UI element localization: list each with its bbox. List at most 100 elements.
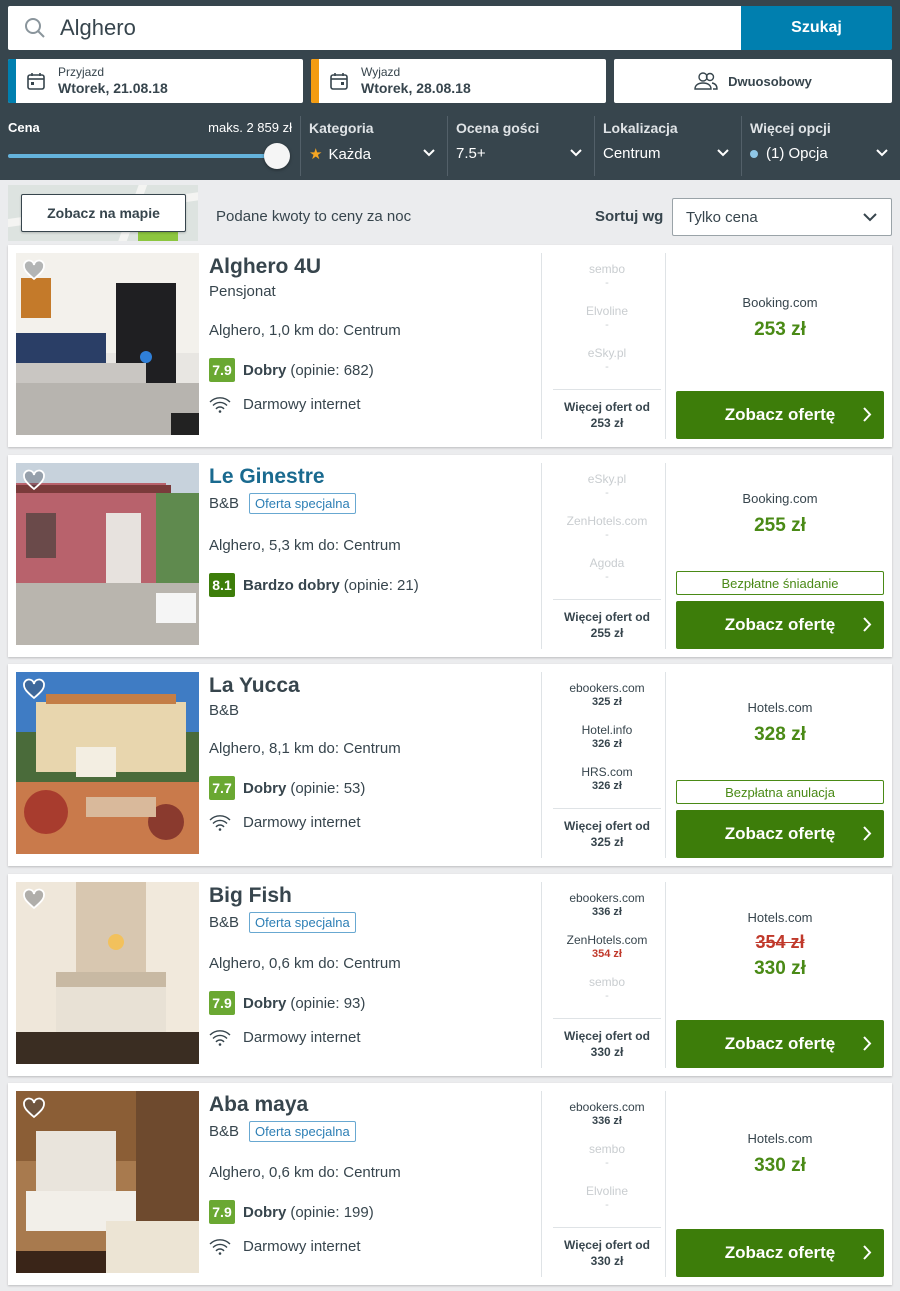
room-label: Dwuosobowy bbox=[728, 73, 812, 89]
more-offers-link[interactable]: Więcej ofert od 255 zł bbox=[553, 599, 661, 641]
checkout-label: Wyjazd bbox=[361, 65, 401, 79]
review-count: (opinie: 199) bbox=[290, 1203, 374, 1221]
favorite-heart-icon[interactable] bbox=[22, 1097, 46, 1119]
hotel-rating[interactable]: 7.9 Dobry (opinie: 199) bbox=[209, 1200, 374, 1224]
more-offers-link[interactable]: Więcej ofert od 330 zł bbox=[553, 1227, 661, 1269]
hotel-card[interactable]: Alghero 4U Pensjonat Alghero, 1,0 km do:… bbox=[8, 245, 892, 447]
hotel-photo[interactable] bbox=[16, 253, 199, 435]
hotel-rating[interactable]: 7.7 Dobry (opinie: 53) bbox=[209, 776, 365, 800]
hotel-card[interactable]: Aba maya B&B Oferta specjalna Alghero, 0,… bbox=[8, 1083, 892, 1285]
hotel-location[interactable]: Alghero, 5,3 km do: Centrum bbox=[209, 537, 401, 554]
hotel-name[interactable]: Big Fish bbox=[209, 884, 292, 908]
favorite-heart-icon[interactable] bbox=[22, 469, 46, 491]
search-button[interactable]: Szukaj bbox=[741, 6, 892, 50]
checkin-stripe bbox=[8, 59, 16, 103]
hotel-card[interactable]: La Yucca B&B Alghero, 8,1 km do: Centrum… bbox=[8, 664, 892, 866]
view-deal-button[interactable]: Zobacz ofertę bbox=[676, 810, 884, 858]
hotel-location[interactable]: Alghero, 1,0 km do: Centrum bbox=[209, 322, 401, 339]
hotel-photo[interactable] bbox=[16, 1091, 199, 1273]
best-deal-price[interactable]: 253 zł bbox=[676, 319, 884, 341]
partner-offer[interactable]: eSky.pl - bbox=[547, 463, 667, 505]
favorite-heart-icon[interactable] bbox=[22, 888, 46, 910]
more-offers-price: 330 zł bbox=[590, 1254, 624, 1268]
best-deal-price[interactable]: 255 zł bbox=[676, 515, 884, 537]
rating-filter-value: 7.5+ bbox=[456, 145, 486, 162]
partner-price: 326 zł bbox=[592, 780, 622, 792]
hotel-name[interactable]: Le Ginestre bbox=[209, 465, 325, 489]
special-offer-badge[interactable]: Oferta specjalna bbox=[249, 1121, 356, 1142]
special-offer-badge[interactable]: Oferta specjalna bbox=[249, 912, 356, 933]
show-map-button[interactable]: Zobacz na mapie bbox=[21, 194, 186, 232]
special-offer-badge[interactable]: Oferta specjalna bbox=[249, 493, 356, 514]
hotel-card[interactable]: Big Fish B&B Oferta specjalna Alghero, 0,… bbox=[8, 874, 892, 1076]
price-slider-track[interactable] bbox=[8, 154, 278, 158]
partner-offer[interactable]: ZenHotels.com 354 zł bbox=[547, 924, 667, 966]
partner-offer[interactable]: Elvoline - bbox=[547, 1175, 667, 1217]
view-deal-button[interactable]: Zobacz ofertę bbox=[676, 391, 884, 439]
hotel-card[interactable]: Le Ginestre B&B Oferta specjalna Alghero,… bbox=[8, 455, 892, 657]
view-deal-button[interactable]: Zobacz ofertę bbox=[676, 601, 884, 649]
chevron-right-icon bbox=[863, 1036, 872, 1051]
best-deal-site[interactable]: Booking.com bbox=[676, 491, 884, 506]
partner-offer[interactable]: HRS.com 326 zł bbox=[547, 756, 667, 798]
sort-select[interactable]: Tylko cena bbox=[672, 198, 892, 236]
partner-price: 325 zł bbox=[592, 696, 622, 708]
more-offers-link[interactable]: Więcej ofert od 325 zł bbox=[553, 808, 661, 850]
hotel-location[interactable]: Alghero, 0,6 km do: Centrum bbox=[209, 955, 401, 972]
hotel-photo[interactable] bbox=[16, 463, 199, 645]
hotel-name[interactable]: La Yucca bbox=[209, 674, 300, 698]
price-slider-handle[interactable] bbox=[264, 143, 290, 169]
view-deal-button[interactable]: Zobacz ofertę bbox=[676, 1229, 884, 1277]
partner-offer[interactable]: sembo - bbox=[547, 966, 667, 1008]
partner-price: - bbox=[605, 319, 609, 331]
amenity: Darmowy internet bbox=[209, 1029, 361, 1046]
view-deal-button[interactable]: Zobacz ofertę bbox=[676, 1020, 884, 1068]
partner-name: Elvoline bbox=[585, 304, 629, 318]
category-filter-label: Kategoria bbox=[309, 120, 374, 136]
best-deal-price[interactable]: 328 zł bbox=[676, 724, 884, 746]
hotel-photo[interactable] bbox=[16, 672, 199, 854]
category-filter[interactable]: Kategoria ★ Każda bbox=[300, 116, 447, 176]
search-input[interactable] bbox=[60, 15, 660, 41]
partner-offer[interactable]: ZenHotels.com - bbox=[547, 505, 667, 547]
favorite-heart-icon[interactable] bbox=[22, 259, 46, 281]
best-deal-site[interactable]: Hotels.com bbox=[676, 910, 884, 925]
best-deal-price[interactable]: 330 zł bbox=[676, 1155, 884, 1177]
partner-offer[interactable]: sembo - bbox=[547, 1133, 667, 1175]
partner-price: 336 zł bbox=[592, 1115, 622, 1127]
more-options-filter[interactable]: Więcej opcji (1) Opcja bbox=[741, 116, 900, 176]
hotel-name[interactable]: Aba maya bbox=[209, 1093, 308, 1117]
partner-offer[interactable]: Elvoline - bbox=[547, 295, 667, 337]
partner-offer[interactable]: Hotel.info 326 zł bbox=[547, 714, 667, 756]
partner-offer[interactable]: ebookers.com 336 zł bbox=[547, 1091, 667, 1133]
best-deal-site[interactable]: Booking.com bbox=[676, 295, 884, 310]
best-deal-site[interactable]: Hotels.com bbox=[676, 1131, 884, 1146]
partner-offer[interactable]: Agoda - bbox=[547, 547, 667, 589]
hotel-name[interactable]: Alghero 4U bbox=[209, 255, 321, 279]
more-offers-link[interactable]: Więcej ofert od 253 zł bbox=[553, 389, 661, 431]
map-thumbnail[interactable]: Zobacz na mapie bbox=[8, 185, 198, 241]
best-deal: Hotels.com 354 zł 330 zł Zobacz ofertę bbox=[676, 882, 884, 1068]
search-box[interactable] bbox=[8, 6, 741, 50]
hotel-rating[interactable]: 7.9 Dobry (opinie: 682) bbox=[209, 358, 374, 382]
checkout-field[interactable]: Wyjazd Wtorek, 28.08.18 bbox=[311, 59, 606, 103]
more-offers-link[interactable]: Więcej ofert od 330 zł bbox=[553, 1018, 661, 1060]
favorite-heart-icon[interactable] bbox=[22, 678, 46, 700]
hotel-rating[interactable]: 8.1 Bardzo dobry (opinie: 21) bbox=[209, 573, 419, 597]
hotel-photo[interactable] bbox=[16, 882, 199, 1064]
hotel-rating[interactable]: 7.9 Dobry (opinie: 93) bbox=[209, 991, 365, 1015]
hotel-location[interactable]: Alghero, 0,6 km do: Centrum bbox=[209, 1164, 401, 1181]
location-filter[interactable]: Lokalizacja Centrum bbox=[594, 116, 741, 176]
best-deal-site[interactable]: Hotels.com bbox=[676, 700, 884, 715]
rating-filter[interactable]: Ocena gości 7.5+ bbox=[447, 116, 594, 176]
perk-badge: Bezpłatne śniadanie bbox=[676, 571, 884, 595]
partner-offer[interactable]: eSky.pl - bbox=[547, 337, 667, 379]
partner-offer[interactable]: ebookers.com 336 zł bbox=[547, 882, 667, 924]
more-offers-price: 330 zł bbox=[590, 1045, 624, 1059]
hotel-location[interactable]: Alghero, 8,1 km do: Centrum bbox=[209, 740, 401, 757]
best-deal-price[interactable]: 330 zł bbox=[676, 958, 884, 980]
partner-offer[interactable]: ebookers.com 325 zł bbox=[547, 672, 667, 714]
room-selector[interactable]: Dwuosobowy bbox=[614, 59, 892, 103]
partner-offer[interactable]: sembo - bbox=[547, 253, 667, 295]
checkin-field[interactable]: Przyjazd Wtorek, 21.08.18 bbox=[8, 59, 303, 103]
